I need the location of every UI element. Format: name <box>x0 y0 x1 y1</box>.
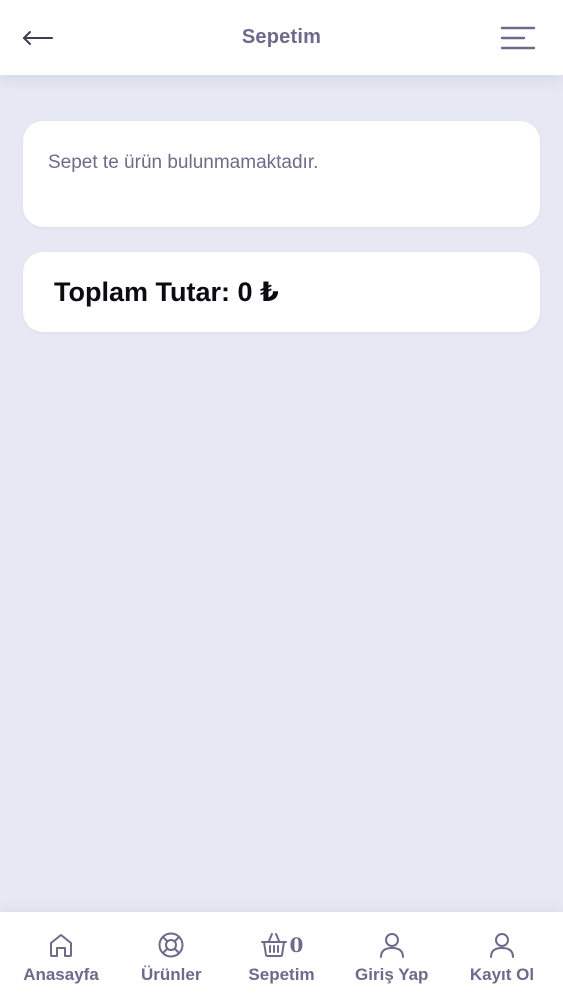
cart-total: Toplam Tutar: 0 ₺ <box>54 277 279 307</box>
user-icon <box>490 933 514 958</box>
menu-button[interactable] <box>499 24 537 52</box>
nav-label-cart: Sepetim <box>248 965 315 984</box>
lifebuoy-icon <box>158 932 184 958</box>
bottom-nav: Anasayfa Ürünler 0 Sepetim Giriş Yap Kay… <box>0 912 563 1000</box>
nav-item-products[interactable]: Ürünler <box>116 912 226 1000</box>
nav-label-register: Kayıt Ol <box>469 965 535 984</box>
nav-item-login[interactable]: Giriş Yap <box>337 912 447 1000</box>
user-icon <box>379 933 404 958</box>
home-icon <box>50 934 72 957</box>
nav-item-register[interactable]: Kayıt Ol <box>447 912 557 1000</box>
empty-cart-card: Sepet te ürün bulunmamaktadır. <box>23 121 540 227</box>
back-button[interactable] <box>20 24 56 52</box>
empty-cart-message: Sepet te ürün bulunmamaktadır. <box>48 152 319 173</box>
cart-count-badge: 0 <box>289 933 304 957</box>
basket-icon <box>260 933 287 957</box>
nav-item-cart[interactable]: 0 Sepetim <box>227 912 337 1000</box>
arrow-left-icon <box>23 31 53 45</box>
page-title: Sepetim <box>241 26 322 48</box>
nav-label-login: Giriş Yap <box>355 965 429 984</box>
nav-item-home[interactable]: Anasayfa <box>6 912 116 1000</box>
nav-label-products: Ürünler <box>141 965 202 984</box>
hamburger-menu-icon <box>500 26 536 50</box>
nav-label-home: Anasayfa <box>23 965 99 984</box>
top-header: Sepetim <box>0 0 563 75</box>
cart-total-card: Toplam Tutar: 0 ₺ <box>23 252 540 332</box>
